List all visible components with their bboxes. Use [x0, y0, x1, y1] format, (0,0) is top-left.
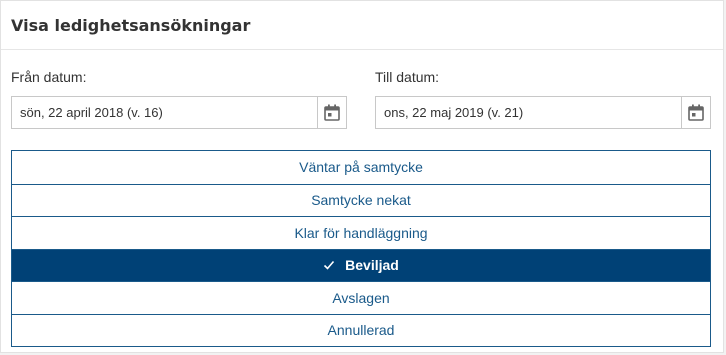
status-filter-list: Väntar på samtycke Samtycke nekat Klar f… — [11, 150, 711, 347]
status-item-vantar-pa-samtycke[interactable]: Väntar på samtycke — [12, 151, 710, 184]
status-label: Samtycke nekat — [311, 192, 411, 209]
status-item-annullerad[interactable]: Annullerad — [12, 313, 710, 346]
calendar-icon — [688, 104, 704, 121]
status-item-beviljad[interactable]: Beviljad — [12, 248, 710, 281]
to-date-calendar-button[interactable] — [681, 97, 710, 128]
to-date-label: Till datum: — [375, 69, 440, 85]
status-label: Väntar på samtycke — [299, 159, 423, 176]
to-date-field[interactable]: ons, 22 maj 2019 (v. 21) — [375, 96, 711, 129]
leave-requests-panel: Visa ledighetsansökningar Från datum: sö… — [0, 0, 724, 353]
status-label: Avslagen — [332, 289, 390, 306]
status-label: Beviljad — [345, 257, 399, 274]
status-item-avslagen[interactable]: Avslagen — [12, 281, 710, 314]
from-date-value[interactable]: sön, 22 april 2018 (v. 16) — [12, 105, 317, 120]
from-date-calendar-button[interactable] — [317, 97, 346, 128]
from-date-label: Från datum: — [11, 69, 87, 85]
page-title: Visa ledighetsansökningar — [11, 15, 251, 35]
status-item-samtycke-nekat[interactable]: Samtycke nekat — [12, 183, 710, 216]
to-date-value[interactable]: ons, 22 maj 2019 (v. 21) — [376, 105, 681, 120]
from-date-field[interactable]: sön, 22 april 2018 (v. 16) — [11, 96, 347, 129]
calendar-icon — [324, 104, 340, 121]
status-label: Klar för handläggning — [294, 224, 428, 241]
panel-header: Visa ledighetsansökningar — [1, 1, 723, 50]
checkmark-icon — [324, 261, 335, 270]
status-label: Annullerad — [327, 322, 395, 339]
status-item-klar-for-handlaggning[interactable]: Klar för handläggning — [12, 216, 710, 249]
